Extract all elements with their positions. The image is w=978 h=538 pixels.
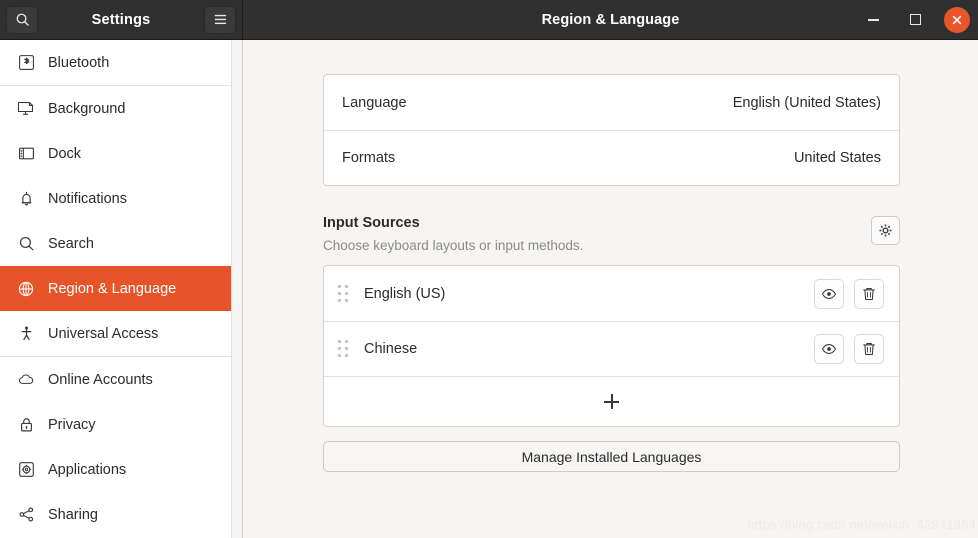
sidebar-item-bluetooth[interactable]: Bluetooth — [0, 40, 242, 85]
add-input-source-button[interactable] — [324, 376, 899, 426]
formats-row[interactable]: Formats United States — [324, 130, 899, 185]
input-sources-heading-text: Input Sources Choose keyboard layouts or… — [323, 214, 583, 255]
search-icon — [14, 235, 38, 252]
delete-trash-icon[interactable] — [854, 334, 884, 364]
sidebar-item-label: Notifications — [48, 190, 127, 207]
sidebar-item-label: Online Accounts — [48, 371, 153, 388]
sidebar-item-label: Privacy — [48, 416, 96, 433]
sidebar-item-background[interactable]: Background — [0, 86, 242, 131]
bluetooth-icon — [14, 54, 38, 71]
sidebar-item-region-language[interactable]: Region & Language — [0, 266, 242, 311]
search-icon[interactable] — [6, 5, 38, 34]
sidebar-item-search[interactable]: Search — [0, 221, 242, 266]
share-icon — [14, 506, 38, 523]
input-source-label: English (US) — [364, 285, 446, 302]
sidebar-scrollbar[interactable] — [231, 40, 242, 538]
sidebar-item-notifications[interactable]: Notifications — [0, 176, 242, 221]
sidebar-item-label: Bluetooth — [48, 54, 110, 71]
sidebar: Bluetooth Background Dock Notifications … — [0, 40, 243, 538]
sidebar-item-label: Region & Language — [48, 280, 177, 297]
sidebar-item-universal-access[interactable]: Universal Access — [0, 311, 242, 356]
input-source-row[interactable]: Chinese — [324, 321, 899, 376]
settings-window: Settings Region & Language Bluetooth Bac… — [0, 0, 978, 538]
background-icon — [14, 100, 38, 118]
delete-trash-icon[interactable] — [854, 278, 884, 309]
sidebar-item-online-accounts[interactable]: Online Accounts — [0, 357, 242, 402]
section-subtitle: Choose keyboard layouts or input methods… — [323, 238, 584, 253]
drag-handle-icon[interactable] — [338, 284, 350, 303]
gear-icon[interactable] — [871, 216, 900, 245]
sidebar-item-applications[interactable]: Applications — [0, 447, 242, 492]
sidebar-item-privacy[interactable]: Privacy — [0, 402, 242, 447]
sidebar-item-label: Sharing — [48, 506, 98, 523]
manage-installed-languages-button[interactable]: Manage Installed Languages — [323, 441, 900, 472]
cloud-icon — [14, 371, 38, 389]
titlebar: Settings Region & Language — [0, 0, 978, 40]
accessibility-icon — [14, 325, 38, 342]
preview-eye-icon[interactable] — [814, 278, 844, 309]
sidebar-item-dock[interactable]: Dock — [0, 131, 242, 176]
window-body: Bluetooth Background Dock Notifications … — [0, 40, 978, 538]
drag-handle-icon[interactable] — [338, 340, 350, 358]
maximize-icon[interactable] — [902, 7, 928, 33]
window-titlebar: Region & Language — [243, 0, 978, 39]
content-area: Language English (United States) Formats… — [243, 40, 978, 538]
language-label: Language — [342, 94, 407, 111]
section-title: Input Sources — [323, 215, 420, 231]
sidebar-item-label: Background — [48, 100, 126, 117]
input-source-row[interactable]: English (US) — [324, 266, 899, 321]
sidebar-item-label: Search — [48, 235, 94, 252]
language-row[interactable]: Language English (United States) — [324, 75, 899, 130]
watermark: https://blog.csdn.net/weixin_43941364 — [747, 517, 976, 532]
globe-icon — [14, 280, 38, 298]
close-icon[interactable] — [944, 6, 970, 33]
formats-label: Formats — [342, 150, 396, 166]
sidebar-title: Settings — [91, 11, 151, 28]
window-controls — [860, 6, 970, 33]
sidebar-item-label: Universal Access — [48, 325, 159, 342]
language-value: English (United States) — [732, 94, 881, 111]
input-sources-card: English (US) Chinese — [323, 265, 900, 427]
bell-icon — [14, 190, 38, 207]
dock-icon — [14, 145, 38, 162]
hamburger-menu-icon[interactable] — [204, 5, 236, 34]
input-sources-header: Input Sources Choose keyboard layouts or… — [323, 214, 900, 255]
applications-gear-icon — [14, 461, 38, 478]
sidebar-item-label: Applications — [48, 461, 127, 478]
sidebar-header: Settings — [0, 0, 243, 39]
minimize-icon[interactable] — [860, 7, 886, 33]
sidebar-item-sharing[interactable]: Sharing — [0, 492, 242, 537]
lock-icon — [14, 416, 38, 433]
sidebar-item-label: Dock — [48, 145, 82, 162]
formats-value: United States — [793, 150, 881, 166]
preview-eye-icon[interactable] — [814, 334, 844, 364]
input-source-label: Chinese — [364, 341, 418, 357]
locale-card: Language English (United States) Formats… — [323, 74, 900, 186]
plus-icon — [604, 394, 619, 409]
